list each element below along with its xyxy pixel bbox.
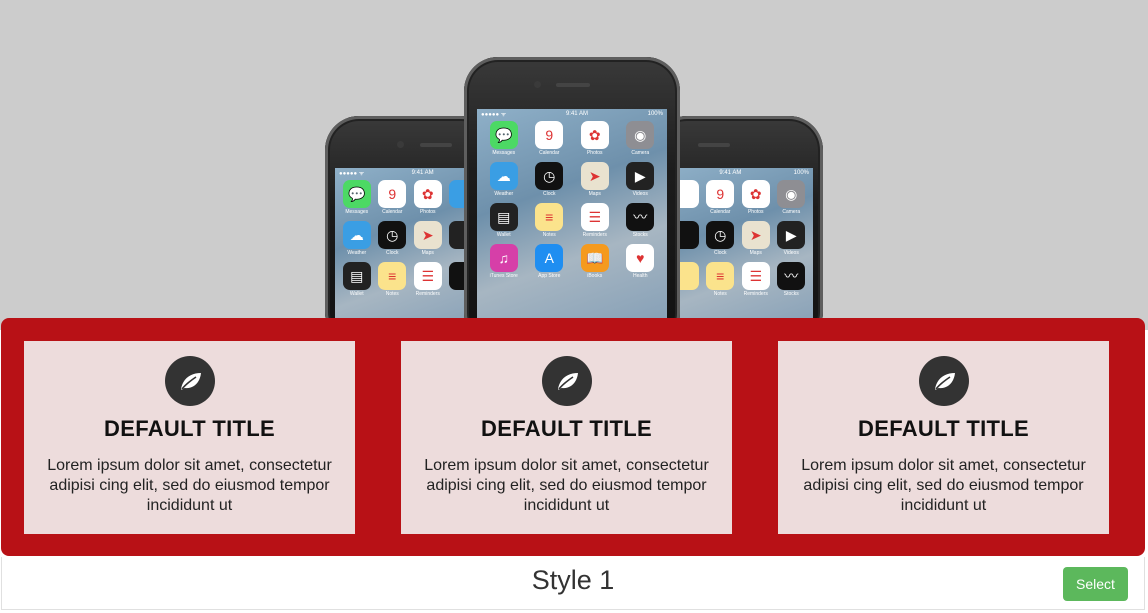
app-icon-tile: ✿ Photos: [572, 121, 618, 156]
app-icon-tile: ◉ Camera: [774, 180, 810, 215]
app-icon-tile: ☰ Reminders: [410, 262, 446, 297]
app-icon-tile: ▶ Videos: [774, 221, 810, 256]
app-icon-tile: 💬 Messages: [339, 180, 375, 215]
app-icon-tile: ♥ Health: [618, 244, 664, 279]
leaf-icon: [918, 356, 969, 406]
phone-right-app-grid: 9 Calendar ✿ Photos ◉ Camera ◷ Clock ➤ Maps ▶ Video…: [663, 178, 813, 299]
app-icon-tile: 📖 iBooks: [572, 244, 618, 279]
feature-card: DEFAULT TITLE Lorem ipsum dolor sit amet…: [401, 341, 732, 534]
phone-left-screen: ●●●●● ᯤ 9:41 AM 💬 Messages 9 Calendar ✿ Photos…: [335, 168, 485, 330]
card-text: Lorem ipsum dolor sit amet, consectetur …: [47, 457, 332, 514]
app-icon-tile: 〰 Stocks: [774, 262, 810, 297]
select-button[interactable]: Select: [1063, 567, 1128, 601]
app-icon-tile: ◷ Clock: [375, 221, 411, 256]
app-icon-tile: ◉ Camera: [618, 121, 664, 156]
phone-center-app-grid: 💬 Messages 9 Calendar ✿ Photos ◉ Camera ☁ Weather…: [477, 119, 667, 281]
app-icon-tile: ◷ Clock: [703, 221, 739, 256]
feature-card: DEFAULT TITLE Lorem ipsum dolor sit amet…: [778, 341, 1109, 534]
app-icon-tile: ◷ Clock: [527, 162, 573, 197]
app-icon-tile: ♫ iTunes Store: [481, 244, 527, 279]
card-text: Lorem ipsum dolor sit amet, consectetur …: [424, 457, 709, 514]
phone-right-screen: 9:41 AM 100% 9 Calendar ✿ Photos ◉ Camera ◷ Cloc…: [663, 168, 813, 330]
app-icon-tile: ➤ Maps: [410, 221, 446, 256]
leaf-icon: [541, 356, 592, 406]
phone-left-app-grid: 💬 Messages 9 Calendar ✿ Photos ☁ Weather ◷ Clock ➤…: [335, 178, 485, 299]
app-icon-tile: A App Store: [527, 244, 573, 279]
phone-center: ●●●●● ᯤ 9:41 AM 100% 💬 Messages 9 Calendar ✿ Ph…: [464, 57, 680, 330]
app-icon-tile: ≡ Notes: [375, 262, 411, 297]
card-text: Lorem ipsum dolor sit amet, consectetur …: [801, 457, 1086, 514]
features-panel: DEFAULT TITLE Lorem ipsum dolor sit amet…: [1, 318, 1145, 556]
card-title: DEFAULT TITLE: [858, 416, 1029, 441]
card-title: DEFAULT TITLE: [481, 416, 652, 441]
app-icon-tile: ≡ Notes: [527, 203, 573, 238]
app-icon-tile: ≡ Notes: [703, 262, 739, 297]
app-icon-tile: ▶ Videos: [618, 162, 664, 197]
app-icon-tile: ▤ Wallet: [481, 203, 527, 238]
app-icon-tile: 〰 Stocks: [618, 203, 664, 238]
app-icon-tile: ☁ Weather: [339, 221, 375, 256]
app-icon-tile: ➤ Maps: [738, 221, 774, 256]
leaf-icon: [164, 356, 215, 406]
app-icon-tile: ✿ Photos: [410, 180, 446, 215]
app-icon-tile: ☰ Reminders: [738, 262, 774, 297]
app-icon-tile: 💬 Messages: [481, 121, 527, 156]
app-icon-tile: ➤ Maps: [572, 162, 618, 197]
phone-center-screen: ●●●●● ᯤ 9:41 AM 100% 💬 Messages 9 Calendar ✿ Ph…: [477, 109, 667, 330]
app-icon-tile: ☰ Reminders: [572, 203, 618, 238]
style-label: Style 1: [531, 565, 615, 595]
app-icon-tile: ▤ Wallet: [339, 262, 375, 297]
feature-card: DEFAULT TITLE Lorem ipsum dolor sit amet…: [24, 341, 355, 534]
app-icon-tile: 9 Calendar: [375, 180, 411, 215]
style-footer: Style 1 Select: [1, 557, 1145, 610]
card-title: DEFAULT TITLE: [104, 416, 275, 441]
hero-image: ●●●●● ᯤ 9:41 AM 💬 Messages 9 Calendar ✿ Photos…: [0, 0, 1148, 330]
app-icon-tile: ☁ Weather: [481, 162, 527, 197]
app-icon-tile: 9 Calendar: [527, 121, 573, 156]
app-icon-tile: ✿ Photos: [738, 180, 774, 215]
app-icon-tile: 9 Calendar: [703, 180, 739, 215]
